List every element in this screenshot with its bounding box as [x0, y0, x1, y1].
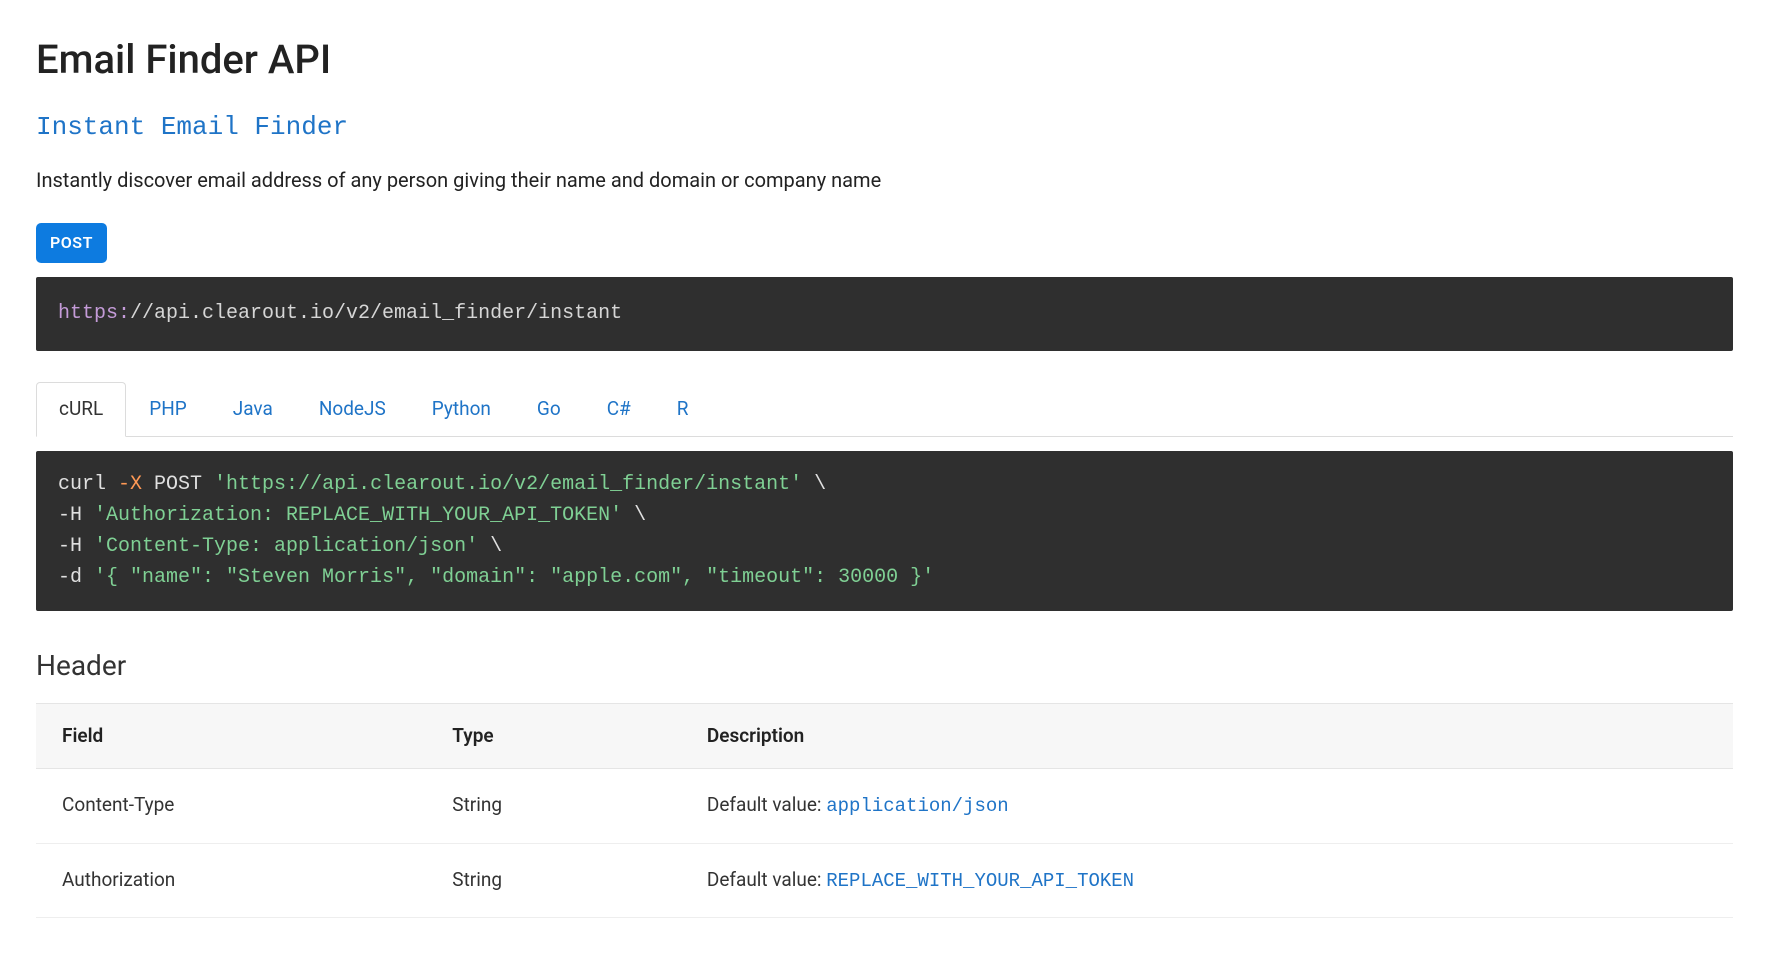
table-header-field: Field	[36, 703, 426, 769]
tab-php[interactable]: PHP	[126, 382, 210, 437]
code-text: POST	[142, 473, 214, 496]
table-row: Authorization String Default value: REPL…	[36, 843, 1733, 918]
tab-java[interactable]: Java	[210, 382, 296, 437]
code-text: \	[622, 504, 646, 527]
header-params-table: Field Type Description Content-Type Stri…	[36, 703, 1733, 919]
endpoint-url-block: https://api.clearout.io/v2/email_finder/…	[36, 277, 1733, 351]
desc-prefix: Default value:	[707, 793, 826, 816]
code-text: -H	[58, 535, 94, 558]
code-text: 'https://api.clearout.io/v2/email_finder…	[214, 473, 802, 496]
endpoint-scheme: https:	[58, 302, 130, 325]
param-type: String	[426, 769, 681, 844]
code-text: -H	[58, 504, 94, 527]
endpoint-path: //api.clearout.io/v2/email_finder/instan…	[130, 302, 622, 325]
code-text: -d	[58, 566, 94, 589]
section-title: Instant Email Finder	[36, 108, 1733, 147]
code-text: 'Authorization: REPLACE_WITH_YOUR_API_TO…	[94, 504, 622, 527]
tab-nodejs[interactable]: NodeJS	[296, 382, 409, 437]
code-text: -X	[118, 473, 142, 496]
page-title: Email Finder API	[36, 30, 1733, 90]
table-row: Content-Type String Default value: appli…	[36, 769, 1733, 844]
section-description: Instantly discover email address of any …	[36, 165, 1733, 195]
param-field: Content-Type	[36, 769, 426, 844]
tab-curl[interactable]: cURL	[36, 382, 126, 437]
code-language-tabs: cURL PHP Java NodeJS Python Go C# R	[36, 381, 1733, 437]
param-type: String	[426, 843, 681, 918]
param-field: Authorization	[36, 843, 426, 918]
code-text: curl	[58, 473, 118, 496]
code-text: 'Content-Type: application/json'	[94, 535, 478, 558]
http-method-badge: POST	[36, 223, 107, 263]
table-header-description: Description	[681, 703, 1733, 769]
tab-python[interactable]: Python	[409, 382, 514, 437]
desc-code: application/json	[826, 795, 1008, 817]
tab-go[interactable]: Go	[514, 382, 584, 437]
code-text: \	[478, 535, 502, 558]
param-description: Default value: application/json	[681, 769, 1733, 844]
desc-prefix: Default value:	[707, 868, 826, 891]
tab-csharp[interactable]: C#	[584, 382, 654, 437]
table-header-type: Type	[426, 703, 681, 769]
header-section-title: Header	[36, 645, 1733, 687]
code-text: '{ "name": "Steven Morris", "domain": "a…	[94, 566, 934, 589]
param-description: Default value: REPLACE_WITH_YOUR_API_TOK…	[681, 843, 1733, 918]
desc-code: REPLACE_WITH_YOUR_API_TOKEN	[826, 870, 1134, 892]
tab-r[interactable]: R	[654, 382, 712, 437]
code-text: \	[802, 473, 826, 496]
code-example-block: curl -X POST 'https://api.clearout.io/v2…	[36, 451, 1733, 611]
